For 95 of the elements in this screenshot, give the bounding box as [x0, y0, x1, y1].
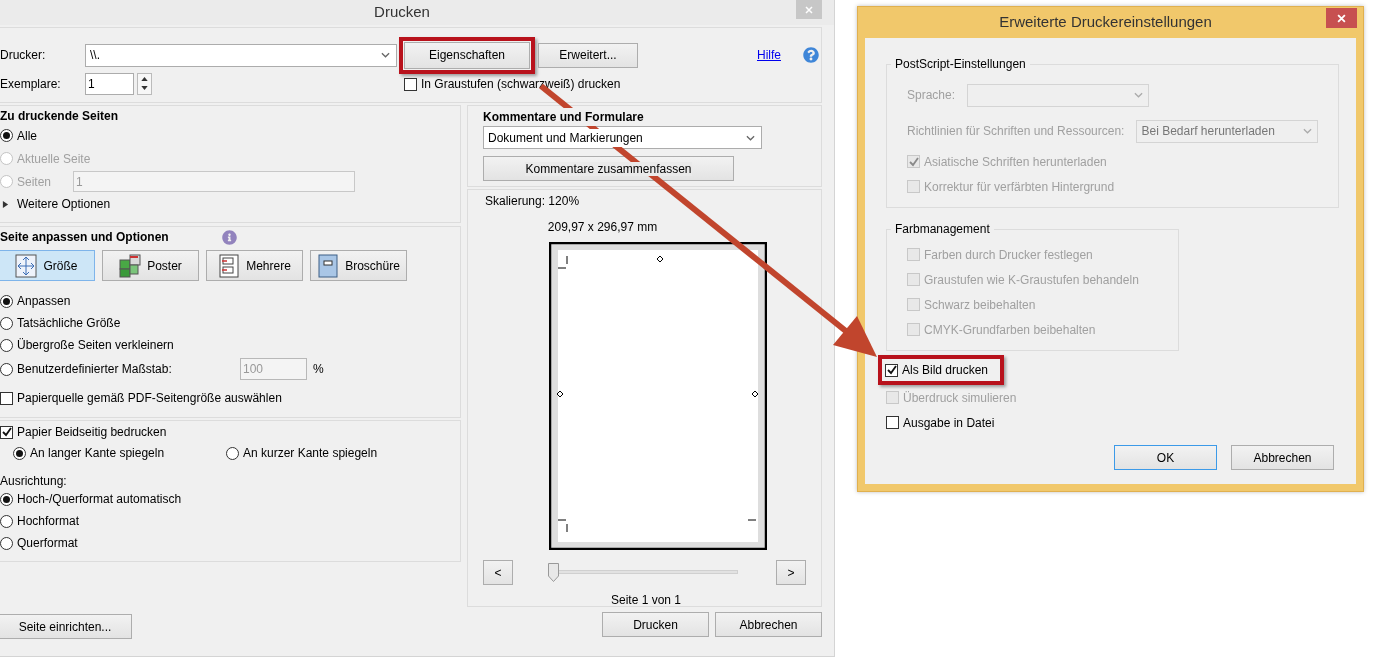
select-value: \\. — [90, 47, 101, 64]
cancel-button[interactable]: Abbrechen — [1231, 445, 1334, 470]
booklet-icon — [317, 253, 340, 278]
comments-select[interactable]: Dokument und Markierungen — [483, 126, 762, 149]
radio-label: Anpassen — [17, 293, 71, 310]
checkbox-label: Ausgabe in Datei — [903, 414, 995, 432]
printer-select[interactable]: \\. — [85, 43, 397, 67]
radio-label: Hoch-/Querformat automatisch — [17, 491, 182, 508]
radio-button[interactable] — [0, 316, 13, 330]
radio-button[interactable] — [0, 338, 13, 352]
properties-button[interactable]: Eigenschaften — [404, 41, 530, 69]
radio-button[interactable] — [0, 362, 13, 376]
copies-field[interactable]: 1 — [85, 73, 134, 95]
checkbox-label: Farben durch Drucker festlegen — [924, 246, 1093, 264]
radio-label: Benutzerdefinierter Maßstab: — [17, 361, 172, 378]
slider-thumb[interactable] — [548, 563, 559, 582]
checkbox-label: Papierquelle gemäß PDF-Seitengröße auswählen — [17, 390, 282, 407]
checkbox-label: Korrektur für verfärbten Hintergrund — [924, 178, 1115, 196]
mode-button[interactable]: Größe — [0, 250, 95, 281]
paper-size-text: 209,97 x 296,97 mm — [547, 219, 658, 236]
chevron-down-icon — [381, 52, 390, 58]
multiple-pages-icon — [218, 253, 241, 278]
checkbox[interactable] — [886, 416, 899, 429]
radio-label: Übergroße Seiten verkleinern — [17, 337, 174, 354]
radio-button[interactable] — [0, 129, 13, 142]
section-title: Zu druckende Seiten — [0, 108, 120, 124]
down-triangle-icon — [141, 86, 148, 90]
info-icon — [222, 229, 237, 245]
chevron-down-icon — [1303, 128, 1313, 134]
radio-button[interactable] — [0, 492, 13, 506]
window-title: Drucken — [374, 2, 430, 23]
checkbox-label: Schwarz beibehalten — [924, 296, 1036, 314]
previous-page-button[interactable]: < — [483, 560, 513, 585]
section-title: Seite anpassen und Optionen — [0, 229, 170, 246]
radio-label: Tatsächliche Größe — [17, 315, 121, 332]
scaling-text: Skalierung: 120% — [485, 193, 580, 210]
next-page-button[interactable]: > — [776, 560, 806, 585]
checkbox[interactable] — [885, 363, 898, 377]
radio-label: Querformat — [17, 535, 78, 552]
checkbox[interactable] — [0, 391, 13, 405]
window-title: Erweiterte Druckereinstellungen — [999, 12, 1212, 33]
field-label: Ausrichtung: — [0, 473, 68, 488]
cancel-button[interactable]: Abbrechen — [715, 612, 822, 637]
checkbox-label: Als Bild drucken — [902, 362, 989, 379]
group-title: Farbmanagement — [894, 221, 991, 238]
radio-label: Alle — [17, 127, 37, 145]
close-button[interactable] — [1326, 8, 1357, 28]
slider[interactable] — [548, 563, 738, 582]
radio-label: Hochformat — [17, 513, 80, 530]
field-label: Sprache: — [907, 87, 956, 104]
group-title: PostScript-Einstellungen — [894, 56, 1027, 73]
checkbox-label: Papier Beidseitig bedrucken — [17, 424, 167, 441]
checkbox[interactable] — [404, 77, 417, 91]
radio-button[interactable] — [0, 536, 13, 550]
field-label: Exemplare: — [0, 76, 62, 93]
radio-label: Seiten — [17, 173, 52, 191]
mode-button[interactable]: Broschüre — [310, 250, 407, 281]
help-icon — [803, 47, 819, 63]
chevron-down-icon — [746, 134, 755, 141]
checkbox-label: CMYK-Grundfarben beibehalten — [924, 321, 1096, 339]
checkbox[interactable] — [0, 425, 13, 439]
help-link[interactable]: Hilfe — [757, 46, 781, 64]
field-label: Richtlinien für Schriften und Ressourcen: — [907, 123, 1125, 140]
section-title: Kommentare und Formulare — [483, 108, 644, 126]
resize-arrows-icon — [15, 253, 38, 278]
checkbox-label: Graustufen wie K-Graustufen behandeln — [924, 271, 1139, 289]
radio-button[interactable] — [0, 294, 13, 308]
checkbox-label: In Graustufen (schwarzweiß) drucken — [421, 76, 621, 93]
close-icon — [805, 5, 813, 14]
checkbox-label: Überdruck simulieren — [903, 389, 1017, 407]
checkbox-label: Asiatische Schriften herunterladen — [924, 153, 1107, 171]
radio-button[interactable] — [226, 446, 239, 460]
unit-label: % — [313, 361, 324, 378]
radio-button[interactable] — [0, 514, 13, 528]
radio-label: An langer Kante spiegeln — [30, 445, 165, 462]
page-indicator: Seite 1 von 1 — [610, 592, 682, 609]
field-label: Drucker: — [0, 47, 47, 64]
close-icon — [1337, 13, 1346, 23]
summarize-comments-button[interactable]: Kommentare zusammenfassen — [483, 156, 734, 181]
spinner[interactable] — [137, 73, 152, 95]
mode-button[interactable]: Poster — [102, 250, 199, 281]
print-button[interactable]: Drucken — [602, 612, 709, 637]
ok-button[interactable]: OK — [1114, 445, 1217, 470]
radio-button[interactable] — [13, 446, 26, 460]
dropdown-value: Bei Bedarf herunterladen — [1141, 123, 1276, 140]
select-value: Dokument und Markierungen — [488, 128, 643, 147]
mode-button[interactable]: Mehrere — [206, 250, 303, 281]
chevron-down-icon — [1134, 92, 1144, 98]
radio-label: Aktuelle Seite — [17, 150, 91, 168]
up-triangle-icon — [141, 77, 148, 81]
page-setup-button[interactable]: Seite einrichten... — [0, 614, 132, 639]
poster-tiles-icon — [119, 253, 142, 278]
more-options-toggle[interactable]: Weitere Optionen — [17, 195, 111, 213]
radio-label: An kurzer Kante spiegeln — [243, 445, 378, 462]
advanced-button[interactable]: Erweitert... — [538, 42, 638, 68]
